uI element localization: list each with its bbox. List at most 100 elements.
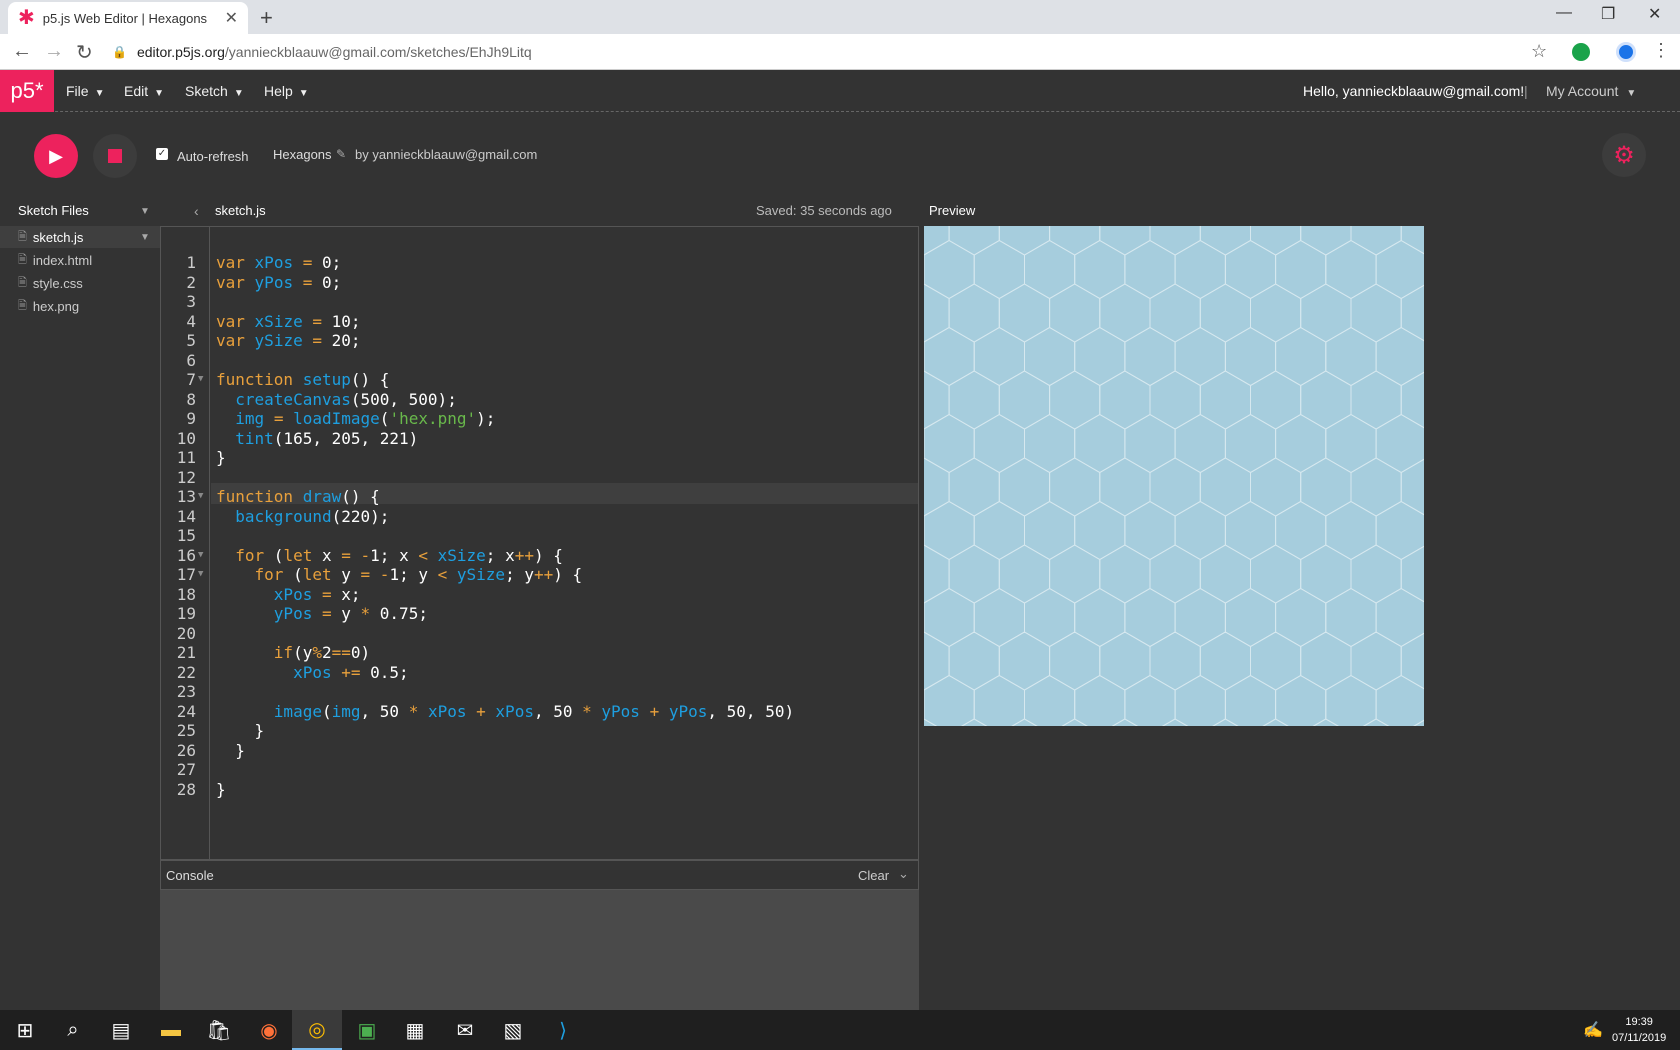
- new-tab-icon[interactable]: +: [260, 5, 273, 31]
- hexagon-cell: [1350, 631, 1402, 691]
- code-line[interactable]: 22 xPos += 0.5;: [160, 662, 900, 683]
- store-icon[interactable]: 🛍: [194, 1010, 244, 1050]
- minimize-icon[interactable]: —: [1556, 4, 1572, 22]
- pen-icon[interactable]: ✍: [1568, 1010, 1618, 1050]
- firefox-icon[interactable]: ◉: [244, 1010, 294, 1050]
- code-line[interactable]: 24 image(img, 50 * xPos + xPos, 50 * yPo…: [160, 701, 900, 722]
- code-line[interactable]: 13 ▼ function draw() {: [160, 486, 900, 507]
- code-line[interactable]: 26 }: [160, 740, 900, 761]
- browser-tab[interactable]: ✱ p5.js Web Editor | Hexagons ✕: [8, 2, 248, 34]
- browser-menu-icon[interactable]: ⋮: [1652, 40, 1670, 61]
- menu-sketch[interactable]: Sketch ▼: [185, 83, 244, 99]
- menu-edit[interactable]: Edit ▼: [124, 83, 164, 99]
- bookmark-star-icon[interactable]: ☆: [1531, 41, 1547, 62]
- close-tab-icon[interactable]: ✕: [225, 8, 238, 28]
- code-text: background(220);: [235, 506, 390, 526]
- code-text: var xPos = 0;: [216, 253, 342, 272]
- reload-icon[interactable]: ↻: [76, 40, 93, 65]
- file-explorer-icon[interactable]: ▬: [146, 1010, 196, 1050]
- file-label: index.html: [32, 252, 93, 268]
- my-account-menu[interactable]: My Account ▼: [1546, 83, 1636, 99]
- code-line[interactable]: 4 var xSize = 10;: [160, 311, 900, 332]
- code-line[interactable]: 1 var xPos = 0;: [160, 252, 900, 273]
- hexagon-cell: [1325, 326, 1377, 387]
- pencil-icon[interactable]: ✎: [336, 147, 346, 161]
- menu-file[interactable]: File ▼: [66, 83, 104, 99]
- fold-triangle-icon[interactable]: ▼: [198, 369, 203, 390]
- hexagon-cell: [1011, 718, 1038, 726]
- extension-shield-icon[interactable]: [1572, 43, 1590, 61]
- task-view-icon[interactable]: ▤: [96, 1010, 146, 1050]
- code-line[interactable]: 12: [160, 467, 900, 488]
- code-line[interactable]: 6: [160, 350, 900, 371]
- code-line[interactable]: 18 xPos = x;: [160, 584, 900, 605]
- hexagon-cell: [1174, 239, 1226, 300]
- code-line[interactable]: 17 ▼ for (let y = -1; y < ySize; y++) {: [160, 564, 900, 585]
- settings-button[interactable]: ⚙: [1602, 133, 1646, 177]
- hexagon-cell: [973, 587, 1025, 648]
- hexagon-cell: [1149, 544, 1201, 604]
- paint-icon[interactable]: ▧: [488, 1010, 538, 1050]
- line-number: 18: [176, 584, 196, 604]
- fold-triangle-icon[interactable]: ▼: [198, 564, 203, 585]
- hexagon-cell: [1074, 239, 1126, 300]
- code-line[interactable]: 20: [160, 623, 900, 644]
- menu-help[interactable]: Help ▼: [264, 83, 309, 99]
- auto-refresh-checkbox[interactable]: ✓: [156, 148, 168, 160]
- extension-key-icon[interactable]: [1616, 42, 1636, 62]
- hexagon-cell: [948, 283, 1000, 343]
- restore-icon[interactable]: ❐: [1601, 4, 1615, 24]
- p5-logo[interactable]: p5*: [0, 70, 54, 112]
- hexagon-cell: [1199, 226, 1251, 256]
- system-clock[interactable]: 19:39 07/11/2019: [1612, 1014, 1666, 1046]
- code-line[interactable]: 11}: [160, 447, 900, 468]
- code-line[interactable]: 10 tint(165, 205, 221): [160, 428, 900, 449]
- code-line[interactable]: 23: [160, 681, 900, 702]
- forward-icon[interactable]: →: [44, 40, 64, 63]
- file-hex-png[interactable]: 🗎 hex.png: [0, 295, 160, 317]
- code-line[interactable]: 25 }: [160, 720, 900, 741]
- hexagon-cell: [1099, 631, 1151, 691]
- code-line[interactable]: 27: [160, 759, 900, 780]
- code-line[interactable]: 28}: [160, 779, 900, 800]
- code-line[interactable]: 9 img = loadImage('hex.png');: [160, 408, 900, 429]
- close-window-icon[interactable]: ✕: [1648, 4, 1661, 24]
- mail-icon[interactable]: ✉: [440, 1010, 490, 1050]
- file-style-css[interactable]: 🗎 style.css: [0, 272, 160, 294]
- search-icon[interactable]: ⌕: [48, 1010, 98, 1050]
- line-number: 4: [186, 311, 196, 331]
- hexagon-cell: [924, 718, 938, 726]
- back-icon[interactable]: ←: [12, 40, 32, 63]
- code-line[interactable]: 7 ▼ function setup() {: [160, 369, 900, 390]
- chevron-down-icon[interactable]: ⌄: [898, 866, 909, 882]
- code-line[interactable]: 5 var ySize = 20;: [160, 330, 900, 351]
- code-line[interactable]: 15: [160, 525, 900, 546]
- chevron-down-icon[interactable]: ▼: [140, 232, 150, 243]
- code-line[interactable]: 21 if(y%2==0): [160, 642, 900, 663]
- fold-triangle-icon[interactable]: ▼: [198, 545, 203, 566]
- stop-button[interactable]: [93, 134, 137, 178]
- code-line[interactable]: 16 ▼ for (let x = -1; x < xSize; x++) {: [160, 545, 900, 566]
- chevron-down-icon[interactable]: ▼: [140, 206, 150, 217]
- collapse-sidebar-icon[interactable]: ‹: [194, 203, 199, 219]
- file-sketch-js[interactable]: 🗎 sketch.js ▼: [0, 226, 160, 248]
- file-index-html[interactable]: 🗎 index.html: [0, 249, 160, 271]
- code-line[interactable]: 19 yPos = y * 0.75;: [160, 603, 900, 624]
- console-clear-button[interactable]: Clear: [858, 868, 889, 883]
- code-line[interactable]: 8 createCanvas(500, 500);: [160, 389, 900, 410]
- calculator-icon[interactable]: ▦: [390, 1010, 440, 1050]
- chrome-icon[interactable]: ◎: [292, 1010, 342, 1050]
- address-bar[interactable]: 🔒 editor.p5js.org /yannieckblaauw@gmail.…: [112, 38, 1572, 66]
- play-button[interactable]: ▶: [34, 134, 78, 178]
- code-line[interactable]: 2 var yPos = 0;: [160, 272, 900, 293]
- hexagon-cell: [1199, 457, 1251, 517]
- vscode-icon[interactable]: ⟩: [538, 1010, 588, 1050]
- code-line[interactable]: 3: [160, 291, 900, 312]
- line-number: 13: [176, 487, 196, 506]
- hexagon-cell: [924, 674, 975, 726]
- windows-start-icon[interactable]: ⊞: [0, 1010, 50, 1050]
- sketch-name[interactable]: Hexagons: [273, 147, 332, 162]
- fold-triangle-icon[interactable]: ▼: [198, 486, 203, 507]
- code-line[interactable]: 14 background(220);: [160, 506, 900, 527]
- notepad-icon[interactable]: ▣: [342, 1010, 392, 1050]
